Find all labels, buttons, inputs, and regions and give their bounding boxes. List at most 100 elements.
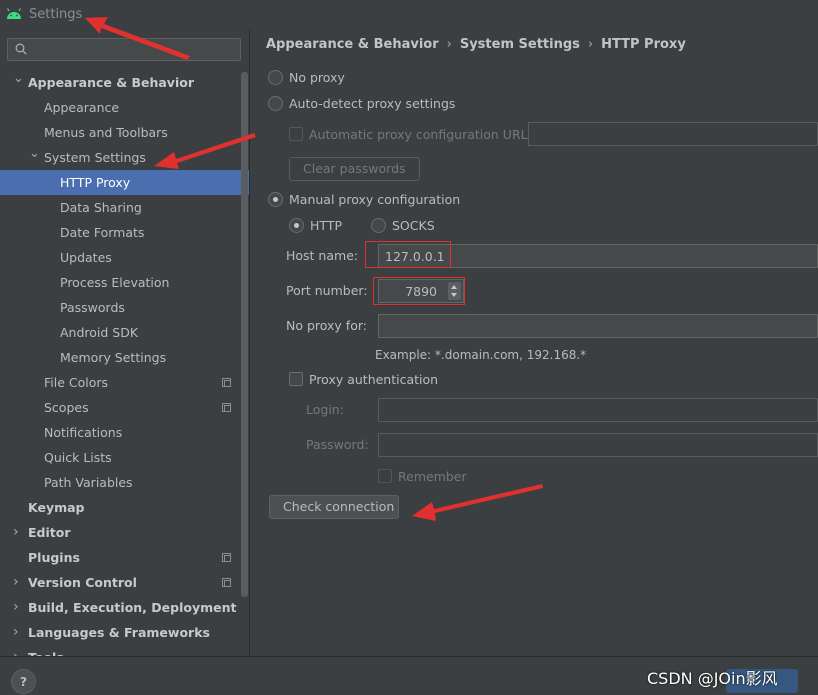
sidebar-item-label: Version Control bbox=[28, 575, 137, 590]
sidebar-item-process-elevation[interactable]: Process Elevation bbox=[0, 270, 249, 295]
sidebar-item-android-sdk[interactable]: Android SDK bbox=[0, 320, 249, 345]
sidebar-item-file-colors[interactable]: File Colors bbox=[0, 370, 249, 395]
settings-sidebar: ⌄ Appearance & Behavior Appearance Menus an… bbox=[0, 30, 250, 656]
sidebar-item-label: System Settings bbox=[44, 150, 146, 165]
no-proxy-radio[interactable] bbox=[268, 70, 283, 85]
sidebar-item-date-formats[interactable]: Date Formats bbox=[0, 220, 249, 245]
auto-detect-label[interactable]: Auto-detect proxy settings bbox=[289, 96, 455, 111]
sidebar-item-label: Languages & Frameworks bbox=[28, 625, 210, 640]
sidebar-item-label: Keymap bbox=[28, 500, 85, 515]
sidebar-item-memory-settings[interactable]: Memory Settings bbox=[0, 345, 249, 370]
sidebar-item-label: Tools bbox=[28, 645, 64, 656]
breadcrumb-appearance-behavior[interactable]: Appearance & Behavior bbox=[266, 37, 439, 52]
sidebar-item-http-proxy[interactable]: HTTP Proxy bbox=[0, 170, 249, 195]
auto-config-url-checkbox[interactable] bbox=[289, 127, 303, 141]
proxy-auth-checkbox[interactable] bbox=[289, 372, 303, 386]
sidebar-item-label: Android SDK bbox=[60, 325, 139, 340]
sidebar-item-plugins[interactable]: Plugins bbox=[0, 545, 249, 570]
no-proxy-example: Example: *.domain.com, 192.168.* bbox=[375, 348, 587, 362]
manual-proxy-radio[interactable] bbox=[268, 192, 283, 207]
sidebar-item-quick-lists[interactable]: Quick Lists bbox=[0, 445, 249, 470]
sidebar-item-path-variables[interactable]: Path Variables bbox=[0, 470, 249, 495]
manual-proxy-label[interactable]: Manual proxy configuration bbox=[289, 192, 460, 207]
password-field[interactable] bbox=[378, 433, 818, 457]
project-settings-icon bbox=[222, 578, 231, 587]
sidebar-item-tools[interactable]: › Tools bbox=[0, 645, 249, 656]
sidebar-item-label: HTTP Proxy bbox=[60, 175, 131, 190]
chevron-right-icon[interactable]: › bbox=[13, 595, 23, 620]
sidebar-item-scopes[interactable]: Scopes bbox=[0, 395, 249, 420]
sidebar-item-system-settings[interactable]: ⌄ System Settings bbox=[0, 145, 249, 170]
breadcrumb: Appearance & Behavior › System Settings › HT… bbox=[266, 37, 686, 52]
window-title: Settings bbox=[29, 7, 83, 22]
chevron-right-icon[interactable]: › bbox=[13, 645, 23, 656]
sidebar-item-label: Memory Settings bbox=[60, 350, 167, 365]
http-radio[interactable] bbox=[289, 218, 304, 233]
bottom-bar: ? CSDN @JOin影风 bbox=[0, 656, 818, 695]
android-icon bbox=[6, 8, 22, 19]
breadcrumb-system-settings[interactable]: System Settings bbox=[460, 37, 580, 52]
auto-config-url-label: Automatic proxy configuration URL: bbox=[309, 127, 532, 142]
login-field[interactable] bbox=[378, 398, 818, 422]
remember-checkbox[interactable] bbox=[378, 469, 392, 483]
auto-config-url-field[interactable] bbox=[528, 122, 818, 146]
proxy-auth-label[interactable]: Proxy authentication bbox=[309, 372, 438, 387]
sidebar-item-data-sharing[interactable]: Data Sharing bbox=[0, 195, 249, 220]
http-proxy-panel: Appearance & Behavior › System Settings › HT… bbox=[251, 30, 818, 656]
sidebar-item-editor[interactable]: › Editor bbox=[0, 520, 249, 545]
sidebar-item-label: Updates bbox=[60, 250, 112, 265]
project-settings-icon bbox=[222, 378, 231, 387]
sidebar-item-notifications[interactable]: Notifications bbox=[0, 420, 249, 445]
chevron-right-icon[interactable]: › bbox=[13, 620, 23, 645]
remember-label: Remember bbox=[398, 469, 467, 484]
annotation-box-host bbox=[365, 241, 451, 268]
sidebar-item-passwords[interactable]: Passwords bbox=[0, 295, 249, 320]
socks-label[interactable]: SOCKS bbox=[392, 218, 435, 233]
chevron-down-icon[interactable]: ⌄ bbox=[13, 66, 24, 91]
sidebar-item-label: Date Formats bbox=[60, 225, 145, 240]
search-field[interactable] bbox=[7, 38, 241, 61]
sidebar-item-version-control[interactable]: › Version Control bbox=[0, 570, 249, 595]
sidebar-scrollbar[interactable] bbox=[241, 72, 248, 597]
chevron-down-icon[interactable]: ⌄ bbox=[29, 141, 40, 166]
project-settings-icon bbox=[222, 403, 231, 412]
no-proxy-for-field[interactable] bbox=[378, 314, 818, 338]
chevron-right-icon: › bbox=[587, 37, 594, 52]
sidebar-item-label: Menus and Toolbars bbox=[44, 125, 168, 140]
project-settings-icon bbox=[222, 553, 231, 562]
chevron-right-icon[interactable]: › bbox=[13, 520, 23, 545]
auto-config-url-input[interactable] bbox=[529, 123, 817, 145]
chevron-right-icon: › bbox=[446, 37, 452, 52]
no-proxy-for-input[interactable] bbox=[379, 315, 817, 337]
http-label[interactable]: HTTP bbox=[310, 218, 342, 233]
sidebar-item-label: Data Sharing bbox=[60, 200, 142, 215]
sidebar-item-label: Quick Lists bbox=[44, 450, 112, 465]
annotation-box-port bbox=[373, 277, 465, 305]
watermark: CSDN @JOin影风 bbox=[647, 669, 778, 688]
sidebar-item-updates[interactable]: Updates bbox=[0, 245, 249, 270]
search-icon bbox=[15, 43, 27, 55]
auto-detect-radio[interactable] bbox=[268, 96, 283, 111]
settings-tree: ⌄ Appearance & Behavior Appearance Menus an… bbox=[0, 70, 249, 656]
sidebar-item-languages-frameworks[interactable]: › Languages & Frameworks bbox=[0, 620, 249, 645]
sidebar-item-appearance[interactable]: Appearance bbox=[0, 95, 249, 120]
sidebar-item-label: Plugins bbox=[28, 550, 80, 565]
sidebar-item-label: Build, Execution, Deployment bbox=[28, 600, 237, 615]
sidebar-item-build-execution-deployment[interactable]: › Build, Execution, Deployment bbox=[0, 595, 249, 620]
host-name-label: Host name: bbox=[286, 248, 359, 263]
sidebar-item-label: Scopes bbox=[44, 400, 89, 415]
sidebar-item-label: Notifications bbox=[44, 425, 123, 440]
sidebar-item-label: Appearance bbox=[44, 100, 120, 115]
check-connection-button[interactable]: Check connection bbox=[269, 495, 399, 519]
sidebar-item-label: Appearance & Behavior bbox=[28, 75, 194, 90]
no-proxy-label[interactable]: No proxy bbox=[289, 70, 345, 85]
sidebar-item-keymap[interactable]: Keymap bbox=[0, 495, 249, 520]
breadcrumb-http-proxy: HTTP Proxy bbox=[601, 37, 686, 52]
sidebar-item-appearance-behavior[interactable]: ⌄ Appearance & Behavior bbox=[0, 70, 249, 95]
no-proxy-for-label: No proxy for: bbox=[286, 318, 367, 333]
chevron-right-icon[interactable]: › bbox=[13, 570, 23, 595]
sidebar-item-label: Path Variables bbox=[44, 475, 133, 490]
help-button[interactable]: ? bbox=[11, 669, 36, 694]
socks-radio[interactable] bbox=[371, 218, 386, 233]
clear-passwords-button[interactable]: Clear passwords bbox=[289, 157, 420, 181]
